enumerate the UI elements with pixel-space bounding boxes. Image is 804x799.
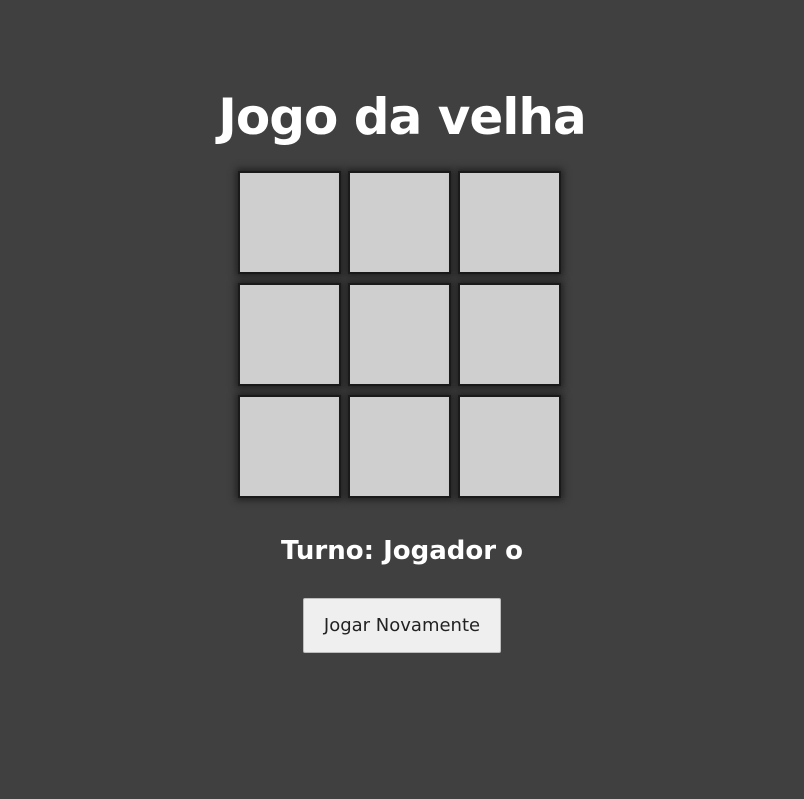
page-title: Jogo da velha xyxy=(218,87,586,146)
board-cell-9[interactable] xyxy=(458,395,561,498)
play-again-button[interactable]: Jogar Novamente xyxy=(303,598,501,653)
board-cell-3[interactable] xyxy=(458,171,561,274)
turn-status: Turno: Jogador o xyxy=(281,536,523,566)
game-board xyxy=(238,171,562,498)
board-cell-8[interactable] xyxy=(348,395,451,498)
board-cell-7[interactable] xyxy=(238,395,341,498)
board-cell-1[interactable] xyxy=(238,171,341,274)
board-cell-2[interactable] xyxy=(348,171,451,274)
board-cell-6[interactable] xyxy=(458,283,561,386)
board-cell-4[interactable] xyxy=(238,283,341,386)
board-cell-5[interactable] xyxy=(348,283,451,386)
